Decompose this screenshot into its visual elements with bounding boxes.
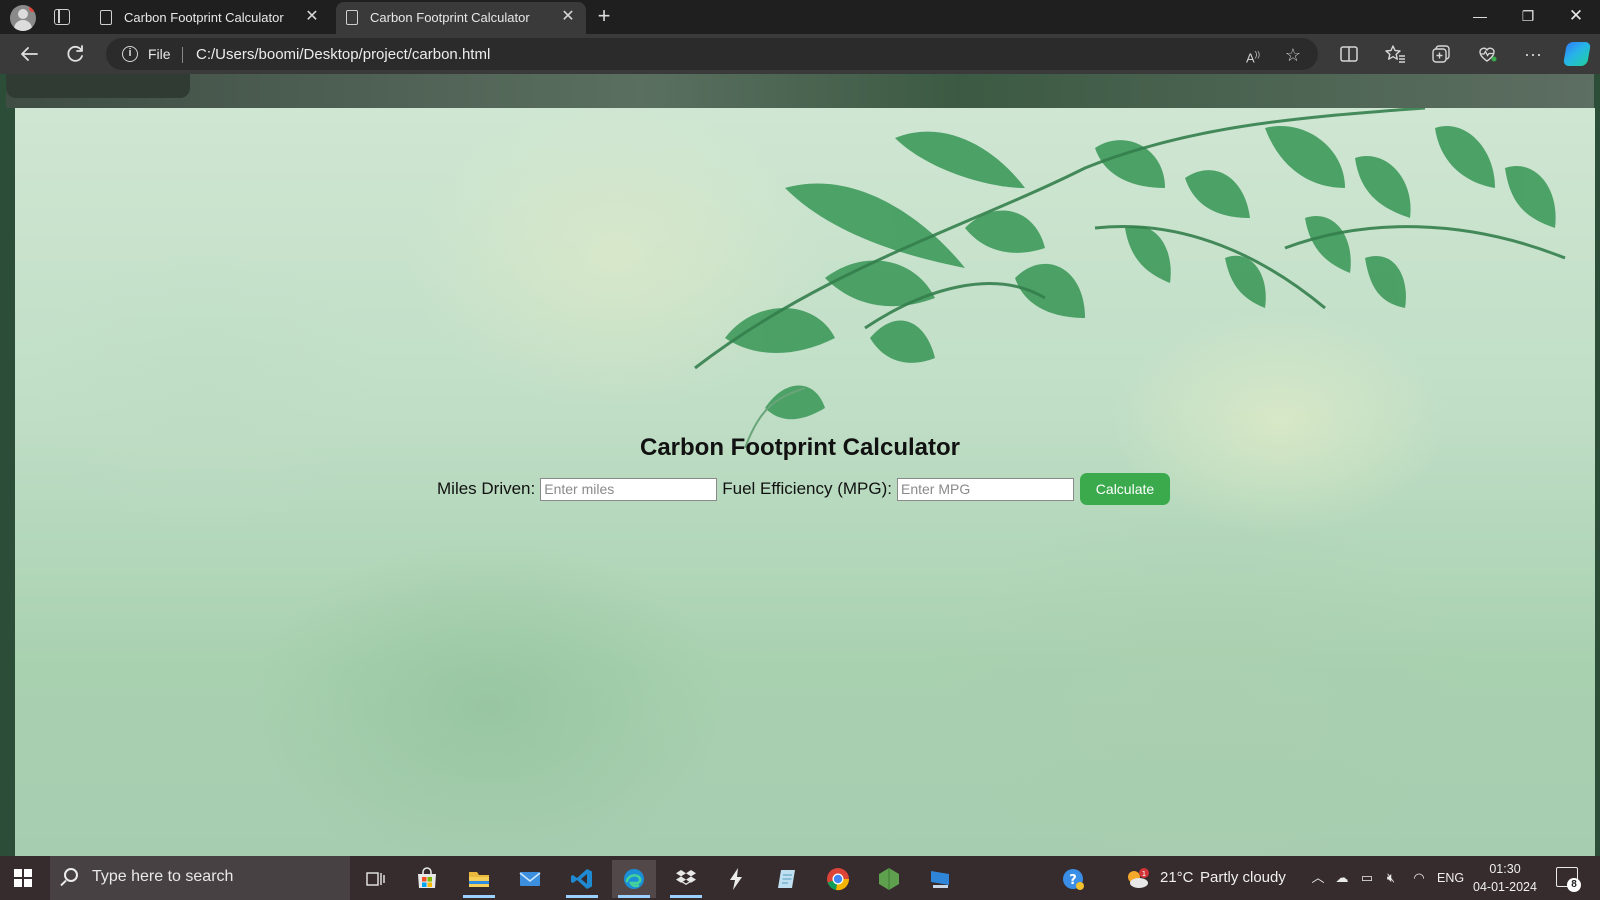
tab-close-icon[interactable]: ✕ — [302, 7, 322, 27]
page-icon — [346, 10, 358, 25]
task-view-icon[interactable] — [353, 860, 397, 898]
taskbar-search[interactable]: Type here to search — [50, 856, 350, 900]
address-bar[interactable]: i File C:/Users/boomi/Desktop/project/ca… — [106, 38, 1318, 70]
volume-muted-icon[interactable]: 🔇︎ — [1382, 869, 1400, 887]
collections-icon[interactable] — [1428, 41, 1454, 67]
site-info-icon[interactable]: i — [122, 46, 138, 62]
back-button[interactable] — [15, 40, 43, 68]
scheme-label: File — [148, 46, 171, 62]
calculate-button[interactable]: Calculate — [1079, 473, 1170, 505]
page-top-band — [6, 74, 1594, 108]
search-placeholder: Type here to search — [92, 868, 234, 885]
remote-desktop-icon[interactable] — [918, 860, 962, 898]
clock-date: 04-01-2024 — [1473, 880, 1537, 894]
page-viewport: Carbon Footprint Calculator Miles Driven… — [0, 74, 1600, 856]
bolt-app-icon[interactable] — [714, 860, 758, 898]
browser-toolbar: i File C:/Users/boomi/Desktop/project/ca… — [0, 34, 1600, 74]
language-indicator[interactable]: ENG — [1437, 856, 1464, 900]
tab-close-icon[interactable]: ✕ — [558, 7, 578, 27]
help-icon[interactable]: ? — [1051, 860, 1095, 898]
wifi-icon[interactable]: ◠ — [1410, 869, 1428, 887]
edge-icon[interactable] — [612, 860, 656, 898]
minimize-button[interactable]: — — [1457, 0, 1503, 34]
weather-alert-count: 1 — [1142, 870, 1146, 878]
taskbar-clock[interactable]: 01:30 04-01-2024 — [1468, 860, 1542, 896]
chrome-icon[interactable] — [816, 860, 860, 898]
page-title: Carbon Footprint Calculator — [640, 434, 960, 461]
url-text[interactable]: C:/Users/boomi/Desktop/project/carbon.ht… — [196, 46, 490, 63]
mail-icon[interactable] — [508, 860, 552, 898]
favorite-star-icon[interactable]: ☆ — [1282, 44, 1304, 66]
tab-title: Carbon Footprint Calculator — [124, 10, 284, 25]
notes-app-icon[interactable] — [765, 860, 809, 898]
vscode-icon[interactable] — [560, 860, 604, 898]
mpg-input[interactable] — [896, 477, 1074, 501]
mpg-label: Fuel Efficiency (MPG): — [722, 479, 892, 498]
calculator-form: Miles Driven: Fuel Efficiency (MPG): Cal… — [437, 472, 1170, 506]
browser-tab-strip: Carbon Footprint Calculator ✕ Carbon Foo… — [0, 0, 1600, 34]
copilot-icon[interactable] — [1562, 42, 1592, 66]
read-aloud-icon[interactable]: A)) — [1242, 44, 1264, 66]
windows-start-icon[interactable] — [14, 869, 32, 887]
miles-input[interactable] — [540, 477, 718, 501]
weather-icon[interactable]: 1 — [1121, 860, 1155, 898]
reload-button[interactable] — [61, 40, 89, 68]
show-hidden-icons-icon[interactable]: ︿ — [1309, 869, 1327, 887]
clock-time: 01:30 — [1489, 862, 1521, 876]
microsoft-store-icon[interactable] — [405, 860, 449, 898]
new-tab-button[interactable]: + — [594, 4, 614, 28]
battery-icon[interactable]: ▭ — [1358, 869, 1376, 887]
weather-temperature[interactable]: 21°C — [1160, 856, 1194, 900]
favorites-icon[interactable] — [1382, 41, 1408, 67]
browser-essentials-icon[interactable] — [1474, 41, 1500, 67]
search-icon — [64, 868, 78, 882]
maximize-button[interactable]: ❐ — [1505, 0, 1551, 34]
profile-avatar-icon[interactable] — [10, 5, 36, 31]
page-icon — [100, 10, 112, 25]
more-options-icon[interactable]: ··· — [1520, 41, 1546, 67]
onedrive-icon[interactable]: ☁ — [1333, 869, 1351, 887]
leaves-decoration — [694, 108, 1566, 448]
split-screen-icon[interactable] — [1336, 41, 1362, 67]
file-explorer-icon[interactable] — [457, 860, 501, 898]
notification-count-badge: 8 — [1567, 878, 1581, 892]
close-window-button[interactable]: ✕ — [1553, 0, 1599, 34]
miles-label: Miles Driven: — [437, 479, 536, 498]
tab-actions-icon[interactable] — [54, 9, 70, 25]
page-top-tab — [6, 74, 190, 98]
tab-carbon-calculator-2[interactable]: Carbon Footprint Calculator ✕ — [336, 2, 586, 34]
tab-title: Carbon Footprint Calculator — [370, 10, 530, 25]
address-separator — [182, 47, 183, 63]
dropbox-icon[interactable] — [664, 860, 708, 898]
weather-condition[interactable]: Partly cloudy — [1200, 856, 1286, 900]
svg-text:?: ? — [1069, 873, 1077, 888]
nodejs-icon[interactable] — [867, 860, 911, 898]
tab-carbon-calculator-1[interactable]: Carbon Footprint Calculator ✕ — [90, 2, 330, 34]
windows-taskbar: Type here to search ? 1 21°C Partly clou… — [0, 856, 1600, 900]
